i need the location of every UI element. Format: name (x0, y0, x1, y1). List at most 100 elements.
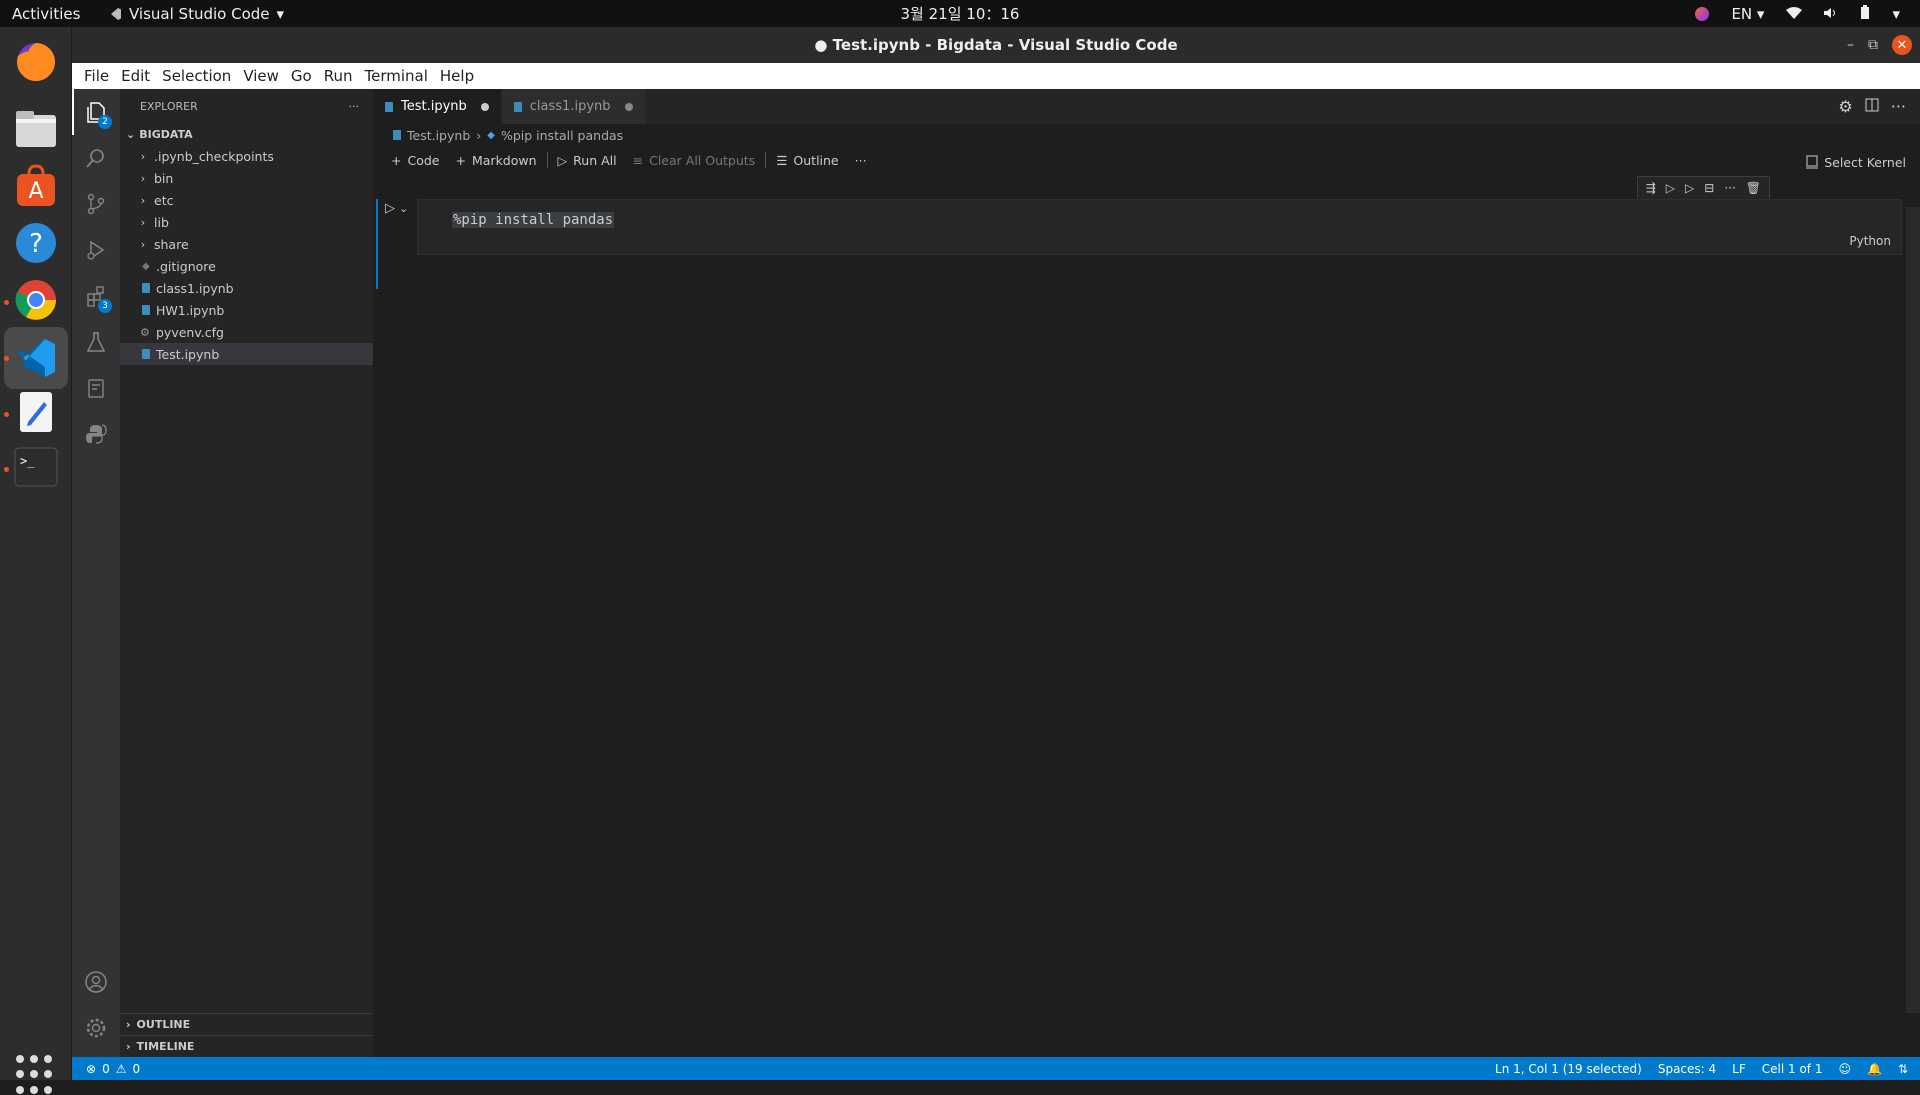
firefox-icon[interactable] (11, 37, 61, 87)
app-menu[interactable]: Visual Studio Code ▾ (108, 5, 284, 23)
text-editor-icon[interactable] (11, 387, 61, 437)
tree-folder-lib[interactable]: › lib (120, 211, 373, 233)
split-editor-icon[interactable] (1865, 97, 1879, 116)
toolbar-more-button[interactable]: ··· (847, 153, 875, 168)
cursor-position[interactable]: Ln 1, Col 1 (19 selected) (1495, 1062, 1642, 1076)
tree-file-test[interactable]: Test.ipynb (120, 343, 373, 365)
run-debug-icon[interactable] (72, 227, 120, 273)
manage-gear-icon[interactable] (72, 1005, 120, 1051)
notifications-bell-icon[interactable]: 🔔 (1867, 1062, 1882, 1076)
problems-indicator[interactable]: ⊗ 0 ⚠ 0 (72, 1062, 140, 1076)
search-icon[interactable] (72, 135, 120, 181)
add-markdown-cell-button[interactable]: + Markdown (448, 153, 545, 168)
close-button[interactable]: ✕ (1892, 35, 1912, 55)
minimize-button[interactable]: – (1847, 37, 1854, 53)
split-cell-icon[interactable]: ⊟ (1704, 181, 1714, 195)
tree-item-label: .gitignore (156, 258, 216, 274)
add-code-cell-button[interactable]: + Code (383, 153, 448, 168)
color-picker-icon[interactable] (1695, 6, 1710, 21)
tree-folder-share[interactable]: › share (120, 233, 373, 255)
settings-gear-icon[interactable]: ⚙ (1838, 97, 1852, 116)
more-actions-icon[interactable]: ··· (1891, 97, 1906, 116)
run-by-line-icon[interactable]: ⇶ (1646, 181, 1656, 195)
show-applications-button[interactable] (16, 1055, 56, 1095)
clock[interactable]: 3월 21일 10：16 (0, 3, 1920, 24)
editor-scrollbar[interactable] (1906, 207, 1920, 1013)
execute-below-icon[interactable]: ▷ (1685, 181, 1694, 195)
menu-terminal[interactable]: Terminal (359, 67, 434, 85)
menu-go[interactable]: Go (285, 67, 318, 85)
breadcrumb-cell[interactable]: %pip install pandas (501, 128, 623, 143)
code-cell-icon: ◆ (487, 129, 495, 141)
help-icon[interactable]: ? (11, 218, 61, 268)
outline-button[interactable]: ☰ Outline (768, 153, 846, 168)
tab-class1-ipynb[interactable]: class1.ipynb (501, 89, 646, 124)
menu-file[interactable]: File (78, 67, 115, 85)
menu-view[interactable]: View (237, 67, 285, 85)
unsaved-dot-icon[interactable] (480, 102, 489, 111)
chevron-right-icon: › (140, 171, 146, 185)
tree-folder-ipynb-checkpoints[interactable]: › .ipynb_checkpoints (120, 145, 373, 167)
chevron-right-icon: › (126, 1018, 131, 1031)
terminal-icon[interactable]: >_ (11, 442, 61, 492)
cell-source[interactable]: %pip install pandas (452, 212, 615, 228)
vscode-icon[interactable] (4, 327, 68, 389)
activities-button[interactable]: Activities (0, 5, 104, 23)
language-indicator[interactable]: EN ▾ (1731, 5, 1764, 23)
workspace-root[interactable]: ⌄ BIGDATA (120, 123, 373, 145)
menu-run[interactable]: Run (318, 67, 359, 85)
tree-file-hw1[interactable]: HW1.ipynb (120, 299, 373, 321)
files-icon[interactable] (11, 104, 61, 154)
tab-test-ipynb[interactable]: Test.ipynb (373, 89, 502, 124)
system-tray[interactable]: EN ▾ ▾ (1695, 0, 1900, 27)
chrome-icon[interactable] (11, 275, 61, 325)
cell-more-icon[interactable]: ··· (1724, 181, 1735, 195)
editor-actions: ⚙ ··· (1838, 89, 1906, 124)
tree-file-pyvenv[interactable]: ⚙ pyvenv.cfg (120, 321, 373, 343)
extensions-icon[interactable]: 3 (72, 273, 120, 319)
end-of-line[interactable]: LF (1732, 1062, 1746, 1076)
indentation[interactable]: Spaces: 4 (1658, 1062, 1716, 1076)
menu-selection[interactable]: Selection (156, 67, 237, 85)
wifi-icon[interactable] (1786, 5, 1803, 23)
tree-folder-bin[interactable]: › bin (120, 167, 373, 189)
software-center-icon[interactable]: A (11, 161, 61, 211)
feedback-icon[interactable]: ☺ (1838, 1062, 1851, 1076)
accounts-icon[interactable] (72, 959, 120, 1005)
explorer-more-icon[interactable]: ··· (349, 100, 360, 113)
testing-flask-icon[interactable] (72, 319, 120, 365)
battery-icon[interactable] (1860, 4, 1870, 23)
cell-language[interactable]: Python (1849, 234, 1891, 248)
explorer-header: EXPLORER ··· (120, 89, 373, 123)
run-all-button[interactable]: ▷ Run All (550, 153, 625, 168)
tree-file-class1[interactable]: class1.ipynb (120, 277, 373, 299)
select-kernel-button[interactable]: Select Kernel (1806, 148, 1906, 176)
delete-cell-icon[interactable]: 🗑 (1746, 181, 1761, 195)
code-cell[interactable]: %pip install pandas Python (417, 199, 1902, 255)
unsaved-dot-icon[interactable] (624, 102, 633, 111)
remote-explorer-icon[interactable] (72, 365, 120, 411)
explorer-icon[interactable]: 2 (72, 89, 120, 135)
execute-above-icon[interactable]: ▷ (1666, 181, 1675, 195)
python-icon[interactable] (72, 411, 120, 457)
menu-help[interactable]: Help (434, 67, 480, 85)
chevron-right-icon: › (476, 127, 482, 143)
outline-section[interactable]: › OUTLINE (120, 1013, 373, 1035)
source-control-icon[interactable] (72, 181, 120, 227)
timeline-section[interactable]: › TIMELINE (120, 1035, 373, 1057)
menu-edit[interactable]: Edit (115, 67, 156, 85)
tree-file-gitignore[interactable]: ◆ .gitignore (120, 255, 373, 277)
maximize-button[interactable]: ⧉ (1868, 37, 1878, 53)
clear-all-outputs-button[interactable]: ≡ Clear All Outputs (625, 153, 764, 168)
window-title: ● Test.ipynb - Bigdata - Visual Studio C… (814, 36, 1178, 54)
explorer-badge: 2 (98, 115, 112, 129)
power-menu-chevron-icon[interactable]: ▾ (1892, 5, 1900, 23)
cell-indicator[interactable]: Cell 1 of 1 (1762, 1062, 1823, 1076)
breadcrumb-file[interactable]: Test.ipynb (407, 128, 470, 143)
volume-icon[interactable] (1824, 5, 1838, 23)
remote-sync-icon[interactable]: ⇅ (1898, 1062, 1908, 1076)
run-cell-icon[interactable]: ▷ (385, 201, 395, 216)
cell-chevron-down-icon[interactable]: ⌄ (399, 202, 408, 215)
tree-folder-etc[interactable]: › etc (120, 189, 373, 211)
warning-icon: ⚠ (115, 1061, 127, 1076)
